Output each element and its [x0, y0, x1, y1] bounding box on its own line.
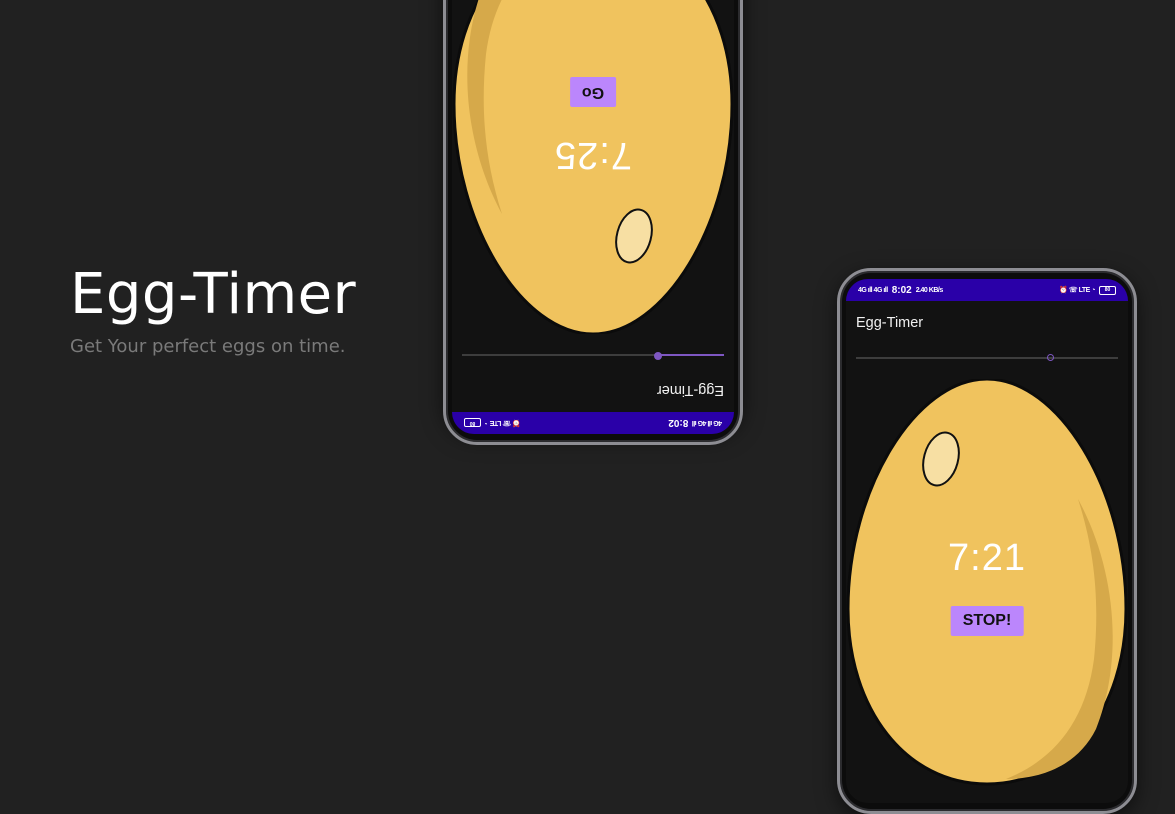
hero-title: Egg-Timer [70, 262, 357, 327]
egg-area: 7:25 Go [452, 0, 734, 334]
slider-thumb[interactable] [654, 352, 663, 360]
status-icons: ⏰ ☏ LTE ◔ [485, 419, 521, 426]
timer-display: 7:25 [554, 134, 632, 176]
phone-mockup: 4G ıll 4G ıll 8:02 2.40 KB/s ⏰ ☏ LTE ◔ 8… [837, 268, 1137, 814]
phone-mockup-rotated: 4G ıll 4G ıll 8:02 ⏰ ☏ LTE ◔ 80 Egg-Time… [443, 0, 743, 445]
stop-button[interactable]: STOP! [950, 606, 1024, 636]
status-bar: 4G ıll 4G ıll 8:02 2.40 KB/s ⏰ ☏ LTE ◔ 8… [846, 279, 1128, 301]
slider-track-fill [658, 354, 724, 356]
time-slider[interactable] [462, 352, 724, 360]
signal-icon: 4G ıll 4G ıll [858, 286, 888, 294]
network-speed: 2.40 KB/s [915, 286, 944, 294]
battery-icon: 80 [464, 418, 481, 428]
app-title: Egg-Timer [656, 382, 724, 398]
phone-screen: 4G ıll 4G ıll 8:02 2.40 KB/s ⏰ ☏ LTE ◔ 8… [846, 279, 1128, 803]
status-icons: ⏰ ☏ LTE ◔ [1059, 287, 1095, 294]
timer-display: 7:21 [948, 537, 1026, 579]
signal-icon: 4G ıll 4G ıll [692, 419, 722, 427]
slider-thumb[interactable] [1046, 354, 1054, 361]
battery-icon: 80 [1099, 285, 1116, 295]
egg-icon [846, 379, 1128, 786]
app-title: Egg-Timer [856, 315, 924, 331]
egg-area: 7:21 STOP! [846, 379, 1128, 803]
status-bar: 4G ıll 4G ıll 8:02 ⏰ ☏ LTE ◔ 80 [452, 412, 734, 434]
hero-subtitle: Get Your perfect eggs on time. [70, 336, 346, 357]
status-time: 8:02 [668, 417, 689, 429]
phone-screen: 4G ıll 4G ıll 8:02 ⏰ ☏ LTE ◔ 80 Egg-Time… [452, 0, 734, 434]
go-button[interactable]: Go [569, 77, 617, 107]
time-slider[interactable] [856, 354, 1118, 361]
status-time: 8:02 [891, 284, 912, 296]
